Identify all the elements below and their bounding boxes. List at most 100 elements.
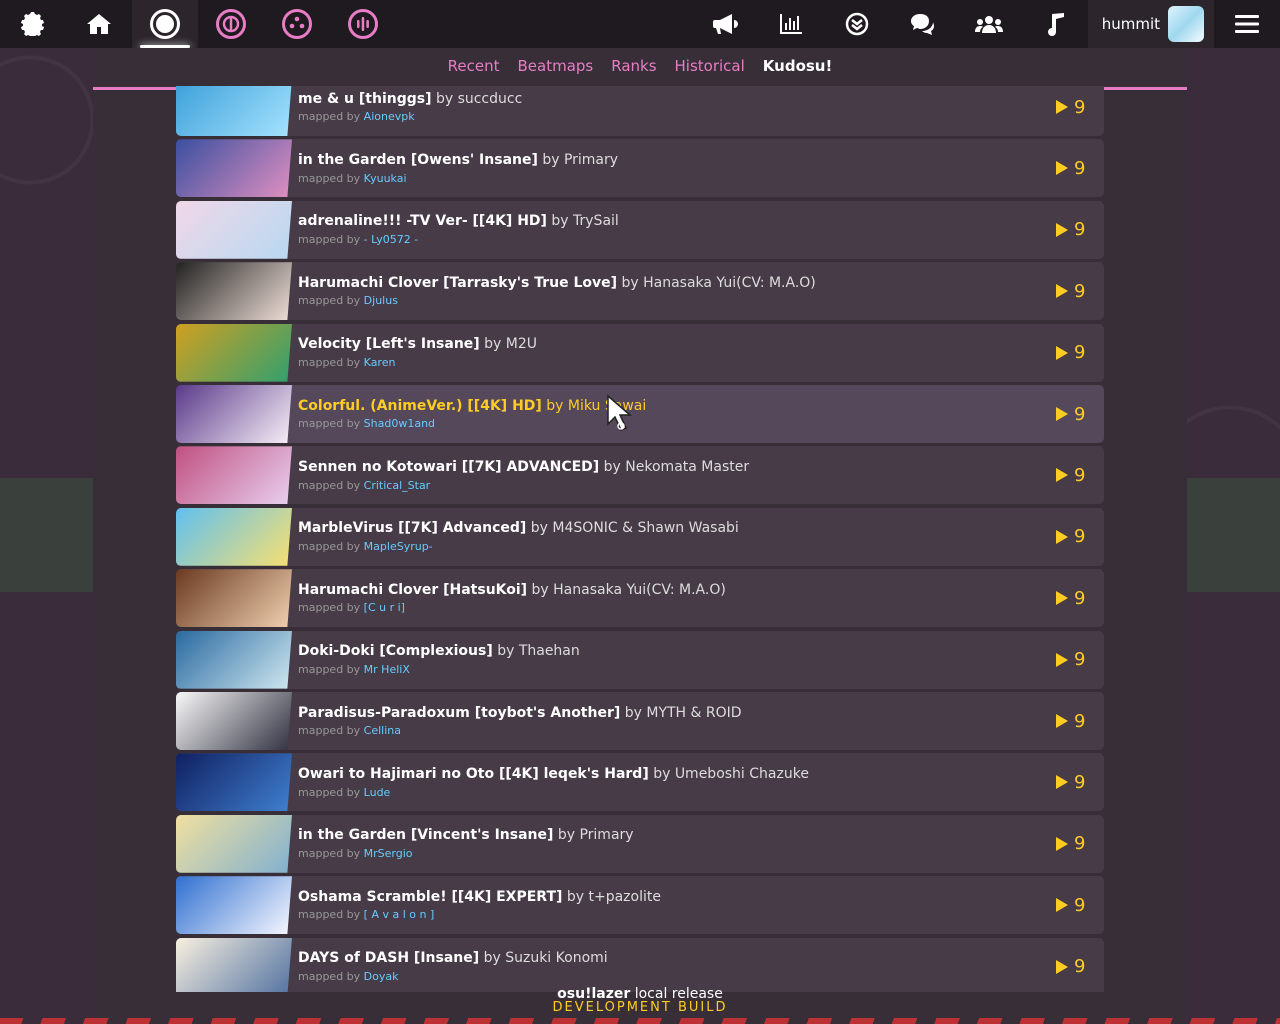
play-icon xyxy=(1056,591,1068,606)
home-button[interactable] xyxy=(66,0,132,48)
mapper-link[interactable]: Karen xyxy=(364,356,396,369)
mapped-by-label: mapped by xyxy=(298,662,361,676)
beatmap-title[interactable]: Colorful. (AnimeVer.) [[4K] HD] by Miku … xyxy=(298,398,1056,415)
mapper-link[interactable]: Shad0w1and xyxy=(364,417,435,430)
mapped-by-label: mapped by xyxy=(298,969,361,983)
mapper-link[interactable]: MapleSyrup- xyxy=(364,540,433,553)
chat-button[interactable] xyxy=(890,0,956,48)
by-label: by xyxy=(624,704,642,721)
beatmap-row[interactable]: in the Garden [Vincent's Insane] by Prim… xyxy=(176,814,1104,873)
beatmap-title[interactable]: DAYS of DASH [Insane] by Suzuki Konomi xyxy=(298,950,1056,967)
beatmap-name: Paradisus-Paradoxum [toybot's Another] xyxy=(298,704,621,721)
play-count-value: 9 xyxy=(1074,403,1086,425)
beatmap-listing-icon xyxy=(845,12,869,36)
beatmap-row[interactable]: me & u [thinggs] by succducc mapped by A… xyxy=(176,86,1104,136)
beatmap-thumbnail xyxy=(176,507,292,566)
menu-icon xyxy=(1235,15,1259,33)
news-button[interactable] xyxy=(692,0,758,48)
beatmap-mapper-line: mapped by Mr HeliX xyxy=(298,663,1056,676)
beatmap-row[interactable]: Doki-Doki [Complexious] by Thaehan mappe… xyxy=(176,630,1104,689)
beatmap-row[interactable]: MarbleVirus [[7K] Advanced] by M4SONIC &… xyxy=(176,507,1104,566)
mapped-by-label: mapped by xyxy=(298,847,361,861)
beatmap-row[interactable]: Velocity [Left's Insane] by M2U mapped b… xyxy=(176,323,1104,382)
mapper-link[interactable]: Aionevpk xyxy=(364,110,415,123)
beatmap-title[interactable]: in the Garden [Vincent's Insane] by Prim… xyxy=(298,827,1056,844)
beatmap-title[interactable]: Doki-Doki [Complexious] by Thaehan xyxy=(298,643,1056,660)
by-label: by xyxy=(542,151,560,168)
beatmap-title[interactable]: Harumachi Clover [HatsuKoi] by Hanasaka … xyxy=(298,582,1056,599)
beatmap-row[interactable]: Sennen no Kotowari [[7K] ADVANCED] by Ne… xyxy=(176,446,1104,505)
user-button[interactable]: hummit xyxy=(1088,0,1214,48)
tab-beatmaps[interactable]: Beatmaps xyxy=(518,57,594,79)
mapper-link[interactable]: MrSergio xyxy=(364,847,413,860)
play-icon xyxy=(1056,161,1068,176)
beatmap-title[interactable]: Owari to Hajimari no Oto [[4K] leqek's H… xyxy=(298,766,1056,783)
mapper-link[interactable]: - Ly0572 - xyxy=(364,233,419,246)
rankings-button[interactable] xyxy=(758,0,824,48)
beatmap-name: Harumachi Clover [Tarrasky's True Love] xyxy=(298,274,618,291)
beatmap-artist: succducc xyxy=(457,90,523,107)
play-count-value: 9 xyxy=(1074,464,1086,486)
beatmap-mapper-line: mapped by Critical_Star xyxy=(298,479,1056,492)
beatmap-title[interactable]: Oshama Scramble! [[4K] EXPERT] by t+pazo… xyxy=(298,889,1056,906)
tab-ranks[interactable]: Ranks xyxy=(611,57,656,79)
beatmap-row[interactable]: Oshama Scramble! [[4K] EXPERT] by t+pazo… xyxy=(176,876,1104,935)
beatmap-row[interactable]: in the Garden [Owens' Insane] by Primary… xyxy=(176,139,1104,198)
beatmap-title[interactable]: in the Garden [Owens' Insane] by Primary xyxy=(298,152,1056,169)
tab-recent[interactable]: Recent xyxy=(448,57,500,79)
ruleset-catch-button[interactable] xyxy=(264,0,330,48)
play-count: 9 xyxy=(1056,711,1104,732)
tab-kudosu[interactable]: Kudosu! xyxy=(762,57,832,94)
mapper-link[interactable]: Critical_Star xyxy=(364,479,431,492)
beatmap-row[interactable]: Colorful. (AnimeVer.) [[4K] HD] by Miku … xyxy=(176,385,1104,443)
music-icon xyxy=(1048,13,1064,36)
music-button[interactable] xyxy=(1022,0,1088,48)
beatmap-row[interactable]: Paradisus-Paradoxum [toybot's Another] b… xyxy=(176,692,1104,750)
mapper-link[interactable]: [C u r i] xyxy=(364,601,405,614)
ruleset-mania-button[interactable] xyxy=(330,0,396,48)
beatmap-row[interactable]: Owari to Hajimari no Oto [[4K] leqek's H… xyxy=(176,753,1104,812)
by-label: by xyxy=(483,950,501,967)
beatmap-title[interactable]: MarbleVirus [[7K] Advanced] by M4SONIC &… xyxy=(298,520,1056,537)
beatmap-row[interactable]: Harumachi Clover [Tarrasky's True Love] … xyxy=(176,262,1104,321)
mapper-link[interactable]: Lude xyxy=(364,786,391,799)
beatmap-title[interactable]: Velocity [Left's Insane] by M2U xyxy=(298,336,1056,353)
beatmap-info: Harumachi Clover [Tarrasky's True Love] … xyxy=(292,275,1056,308)
mapper-link[interactable]: Djulus xyxy=(364,294,398,307)
beatmap-title[interactable]: Harumachi Clover [Tarrasky's True Love] … xyxy=(298,275,1056,292)
mapped-by-label: mapped by xyxy=(298,601,361,615)
beatmap-row[interactable]: Harumachi Clover [HatsuKoi] by Hanasaka … xyxy=(176,569,1104,628)
mapper-link[interactable]: Cellina xyxy=(364,724,401,737)
play-count-value: 9 xyxy=(1074,649,1086,671)
mapper-link[interactable]: Doyak xyxy=(364,970,399,983)
social-button[interactable] xyxy=(956,0,1022,48)
beatmap-title[interactable]: Paradisus-Paradoxum [toybot's Another] b… xyxy=(298,705,1056,722)
mapper-link[interactable]: [ A v a l o n ] xyxy=(364,908,435,921)
settings-button[interactable] xyxy=(0,0,66,48)
by-label: by xyxy=(557,827,576,844)
play-icon xyxy=(1056,100,1068,114)
menu-button[interactable] xyxy=(1214,0,1280,48)
beatmap-name: Sennen no Kotowari [[7K] ADVANCED] xyxy=(298,458,600,475)
beatmap-row[interactable]: DAYS of DASH [Insane] by Suzuki Konomi m… xyxy=(176,937,1104,992)
by-label: by xyxy=(603,458,621,475)
play-count: 9 xyxy=(1056,219,1104,240)
beatmap-title[interactable]: Sennen no Kotowari [[7K] ADVANCED] by Ne… xyxy=(298,459,1056,476)
beatmap-row[interactable]: adrenaline!!! -TV Ver- [[4K] HD] by TryS… xyxy=(176,200,1104,259)
beatmap-artist: Primary xyxy=(563,151,619,168)
mapped-by-label: mapped by xyxy=(298,294,361,308)
beatmap-title[interactable]: adrenaline!!! -TV Ver- [[4K] HD] by TryS… xyxy=(298,213,1056,230)
ruleset-osu-button[interactable] xyxy=(132,0,198,48)
beatmap-listing-button[interactable] xyxy=(824,0,890,48)
by-label: by xyxy=(546,397,564,414)
beatmap-list[interactable]: me & u [thinggs] by succducc mapped by A… xyxy=(176,86,1104,992)
mapper-link[interactable]: Mr HeliX xyxy=(364,663,410,676)
beatmap-name: Velocity [Left's Insane] xyxy=(298,336,480,353)
beatmap-title[interactable]: me & u [thinggs] by succducc xyxy=(298,91,1056,108)
beatmap-mapper-line: mapped by - Ly0572 - xyxy=(298,233,1056,246)
profile-panel: Recent Beatmaps Ranks Historical Kudosu!… xyxy=(93,48,1187,1024)
mapper-link[interactable]: Kyuukai xyxy=(364,172,407,185)
tab-historical[interactable]: Historical xyxy=(675,57,745,79)
ruleset-taiko-button[interactable] xyxy=(198,0,264,48)
mapped-by-label: mapped by xyxy=(298,540,361,554)
